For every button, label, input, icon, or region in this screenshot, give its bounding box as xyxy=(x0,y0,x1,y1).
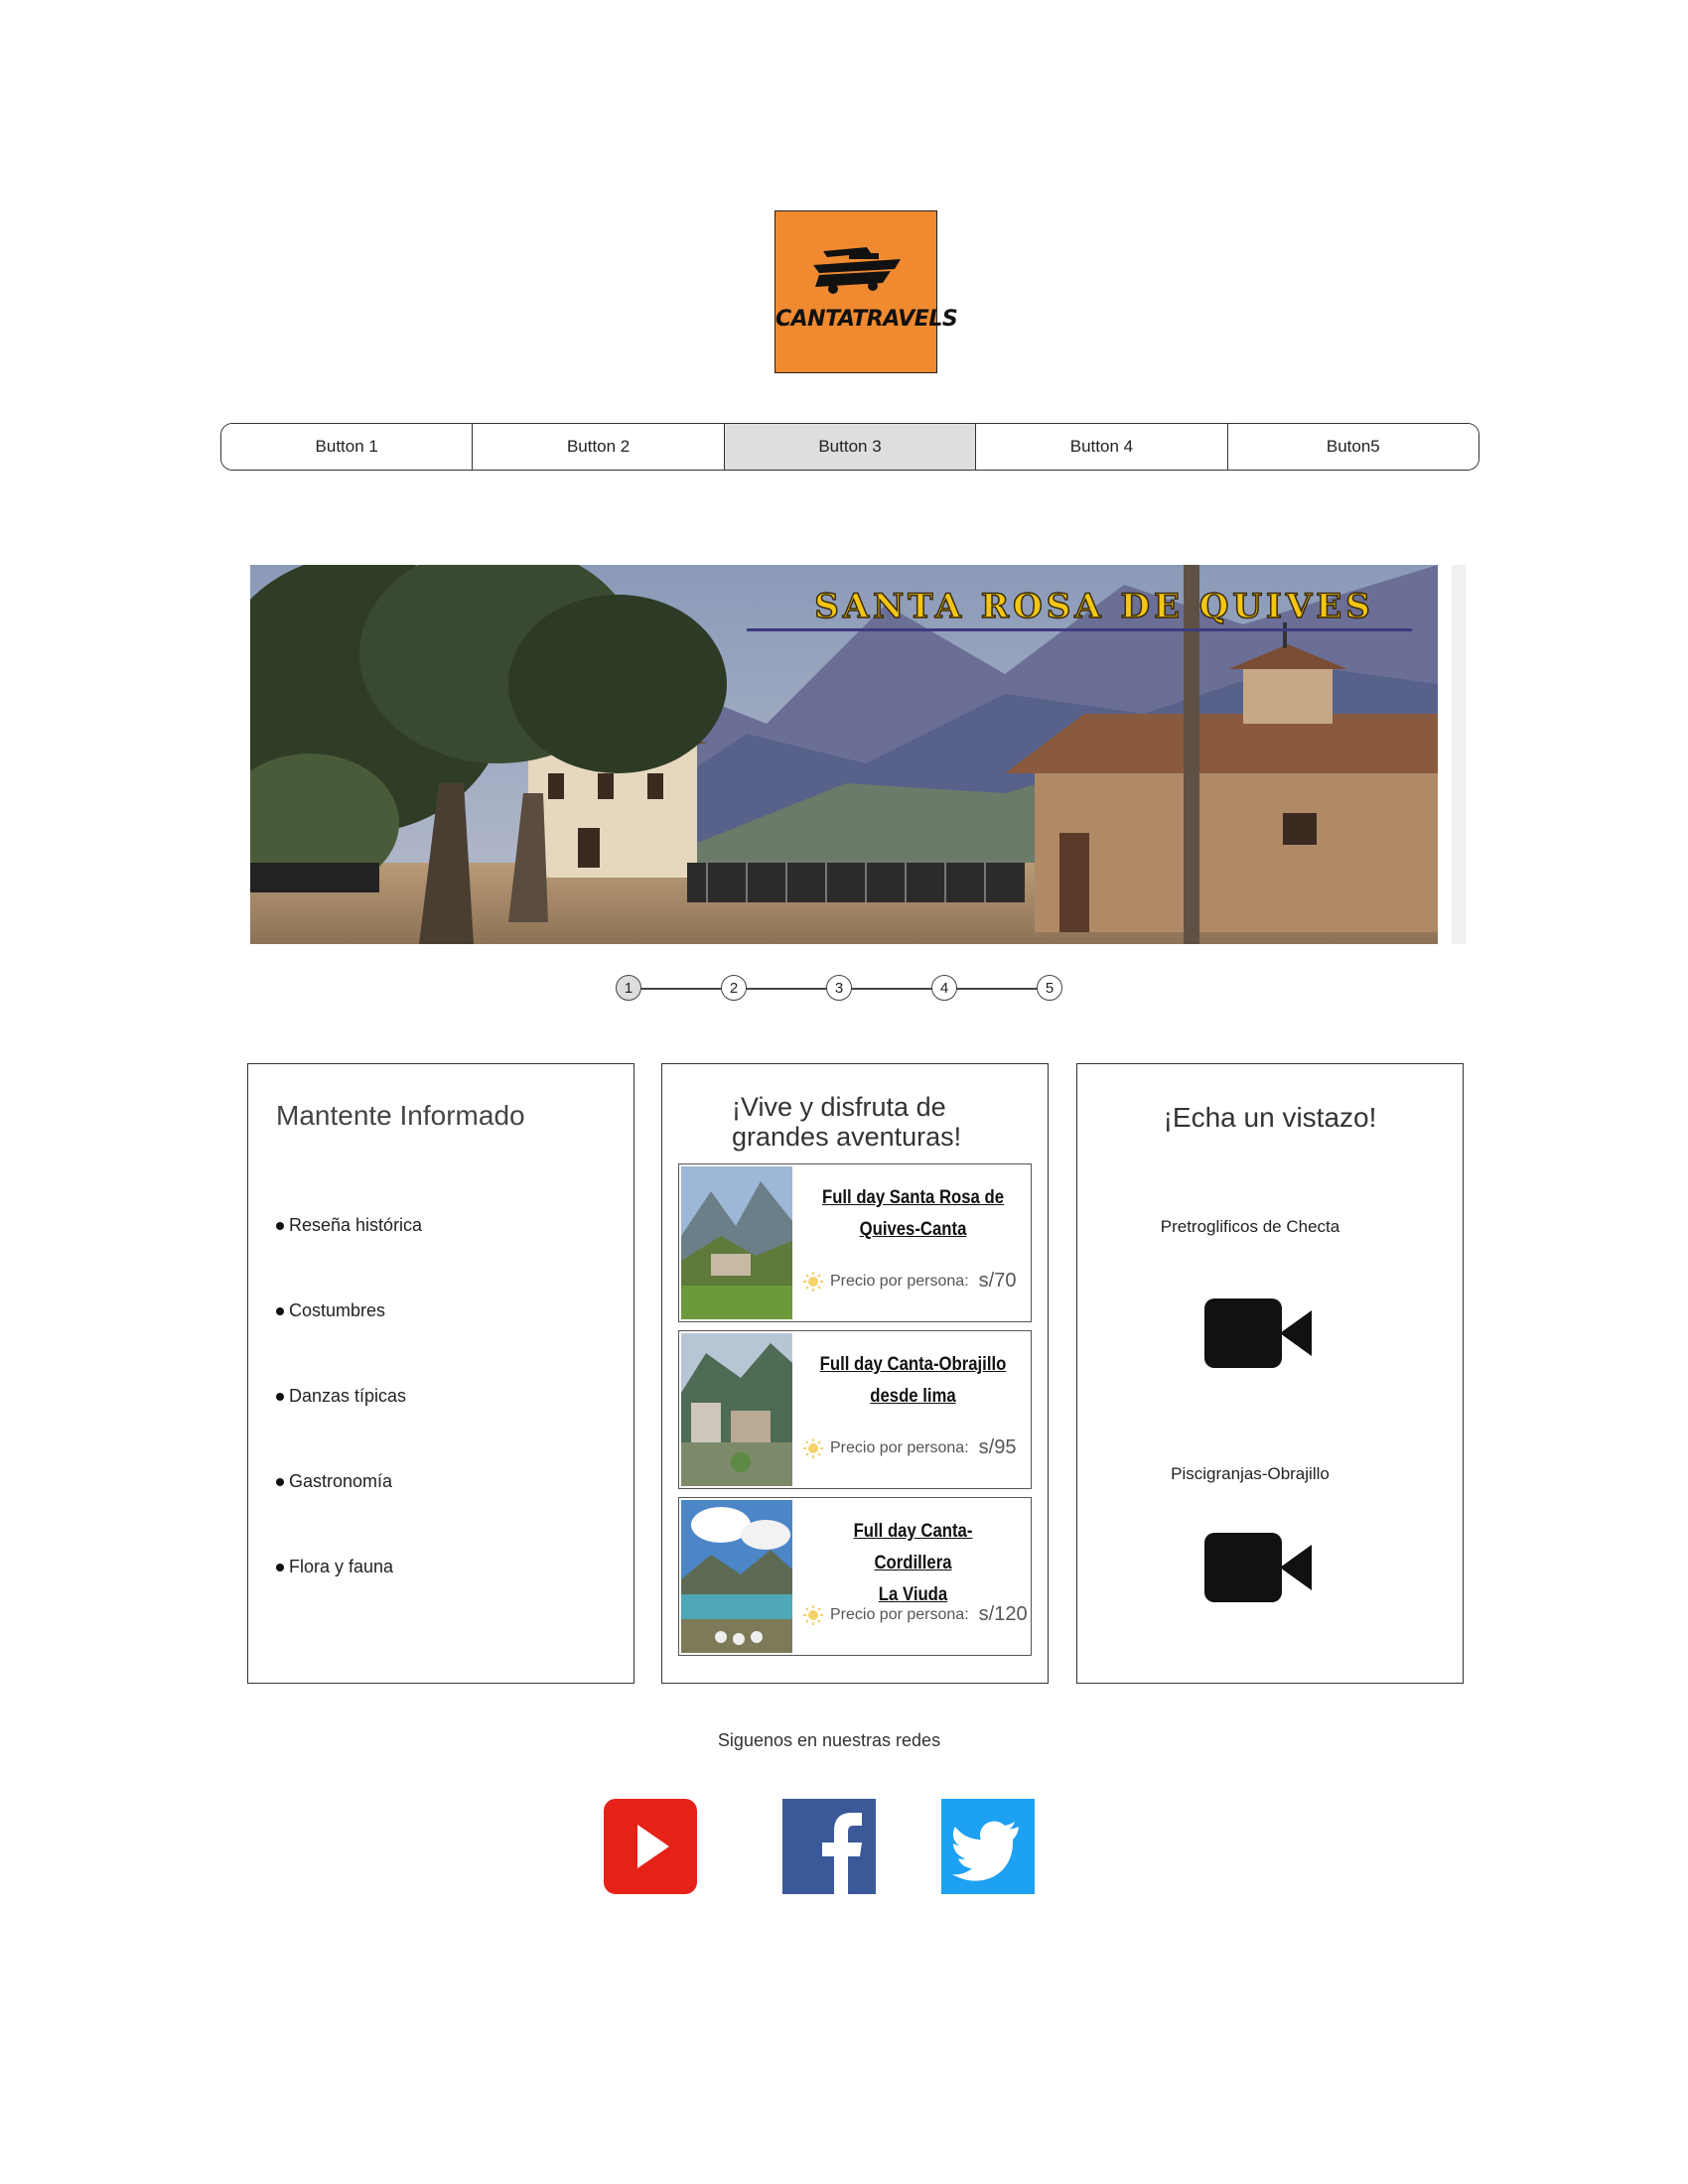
tour-name-line-1: Full day Santa Rosa de xyxy=(821,1187,1005,1208)
step-3[interactable]: 3 xyxy=(826,975,852,1001)
videos-panel: ¡Echa un vistazo! Pretroglificos de Chec… xyxy=(1076,1063,1464,1684)
tour-thumbnail xyxy=(681,1333,792,1486)
nav-button-3[interactable]: Button 3 xyxy=(724,424,977,470)
twitter-icon[interactable] xyxy=(941,1799,1035,1894)
facebook-icon[interactable] xyxy=(782,1799,876,1894)
bus-icon xyxy=(813,247,901,294)
sun-icon xyxy=(803,1271,823,1292)
tour-name-line-2: Quives-Canta xyxy=(859,1219,967,1240)
nav-button-2[interactable]: Button 2 xyxy=(473,424,725,470)
tours-title-line-2: grandes aventuras! xyxy=(732,1122,962,1152)
tour-card[interactable]: Full day Canta-Cordillera La Viuda Preci… xyxy=(678,1497,1032,1656)
bullet-icon xyxy=(276,1478,284,1487)
info-item-gastronomia[interactable]: Gastronomía xyxy=(276,1471,392,1492)
tour-price-row: Precio por persona: s/120 xyxy=(802,1603,1031,1626)
info-item-danzas[interactable]: Danzas típicas xyxy=(276,1386,406,1407)
sun-icon xyxy=(803,1437,823,1458)
logo[interactable]: CANTATRAVELS xyxy=(774,210,958,373)
social-label: Siguenos en nuestras redes xyxy=(717,1730,941,1750)
tour-price-row: Precio por persona: s/70 xyxy=(802,1270,1031,1293)
price-label: Precio por persona: xyxy=(830,1605,969,1623)
info-panel: Mantente Informado Reseña histórica Cost… xyxy=(247,1063,634,1684)
tour-name-line-1: Full day Canta-Obrajillo xyxy=(819,1354,1007,1375)
carousel-stepper: 1 2 3 4 5 xyxy=(616,973,1062,1005)
bullet-icon xyxy=(276,1307,284,1316)
video-label: Piscigranjas-Obrajillo xyxy=(1171,1464,1330,1483)
info-item-label: Reseña histórica xyxy=(289,1215,423,1235)
tour-price-row: Precio por persona: s/95 xyxy=(802,1436,1031,1459)
tour-thumbnail xyxy=(681,1500,792,1653)
tour-thumbnail xyxy=(681,1166,792,1319)
tours-panel: ¡Vive y disfruta de grandes aventuras! F… xyxy=(661,1063,1049,1684)
tour-name: Full day Canta-Cordillera La Viuda xyxy=(816,1516,1009,1611)
youtube-icon[interactable] xyxy=(604,1799,697,1894)
info-item-label: Danzas típicas xyxy=(289,1386,407,1406)
tour-name: Full day Santa Rosa de Quives-Canta xyxy=(816,1182,1009,1246)
step-4[interactable]: 4 xyxy=(931,975,957,1001)
step-1[interactable]: 1 xyxy=(616,975,641,1001)
info-item-label: Gastronomía xyxy=(289,1471,393,1491)
info-item-label: Costumbres xyxy=(289,1300,386,1320)
tour-card[interactable]: Full day Santa Rosa de Quives-Canta Prec… xyxy=(678,1163,1032,1322)
tour-price: s/70 xyxy=(978,1270,1017,1292)
tour-price: s/95 xyxy=(978,1436,1017,1458)
step-2[interactable]: 2 xyxy=(721,975,747,1001)
info-panel-title: Mantente Informado xyxy=(276,1100,525,1131)
tour-card[interactable]: Full day Canta-Obrajillo desde lima Prec… xyxy=(678,1330,1032,1489)
info-item-label: Flora y fauna xyxy=(289,1557,394,1576)
hero-title-underline xyxy=(747,628,1412,631)
hero-title: SANTA ROSA DE QUIVES xyxy=(813,586,1374,627)
price-label: Precio por persona: xyxy=(830,1272,969,1290)
info-item-costumbres[interactable]: Costumbres xyxy=(276,1300,385,1321)
step-5[interactable]: 5 xyxy=(1037,975,1062,1001)
info-item-flora[interactable]: Flora y fauna xyxy=(276,1557,393,1577)
tour-name-line-1: Full day Canta-Cordillera xyxy=(853,1521,973,1573)
info-item-resena[interactable]: Reseña histórica xyxy=(276,1215,422,1236)
main-nav: Button 1 Button 2 Button 3 Button 4 Buto… xyxy=(220,423,1479,471)
nav-button-1[interactable]: Button 1 xyxy=(221,424,474,470)
bullet-icon xyxy=(276,1564,284,1572)
price-label: Precio por persona: xyxy=(830,1438,969,1456)
video-label: Pretroglificos de Checta xyxy=(1160,1217,1340,1236)
tours-title-line-1: ¡Vive y disfruta de xyxy=(732,1092,946,1122)
sun-icon xyxy=(803,1604,823,1625)
tour-price: s/120 xyxy=(978,1603,1028,1625)
logo-text: CANTATRAVELS xyxy=(775,307,958,332)
video-camera-icon[interactable] xyxy=(1204,1298,1314,1368)
video-camera-icon[interactable] xyxy=(1204,1533,1314,1602)
nav-button-5[interactable]: Buton5 xyxy=(1227,424,1478,470)
hero-banner: SANTA ROSA DE QUIVES xyxy=(250,565,1466,944)
tour-name-line-2: desde lima xyxy=(870,1386,956,1407)
tour-name: Full day Canta-Obrajillo desde lima xyxy=(816,1349,1009,1413)
tours-panel-title: ¡Vive y disfruta de grandes aventuras! xyxy=(732,1092,961,1152)
nav-button-4[interactable]: Button 4 xyxy=(976,424,1228,470)
bullet-icon xyxy=(276,1393,284,1402)
bullet-icon xyxy=(276,1222,284,1231)
videos-panel-title: ¡Echa un vistazo! xyxy=(1163,1102,1377,1133)
